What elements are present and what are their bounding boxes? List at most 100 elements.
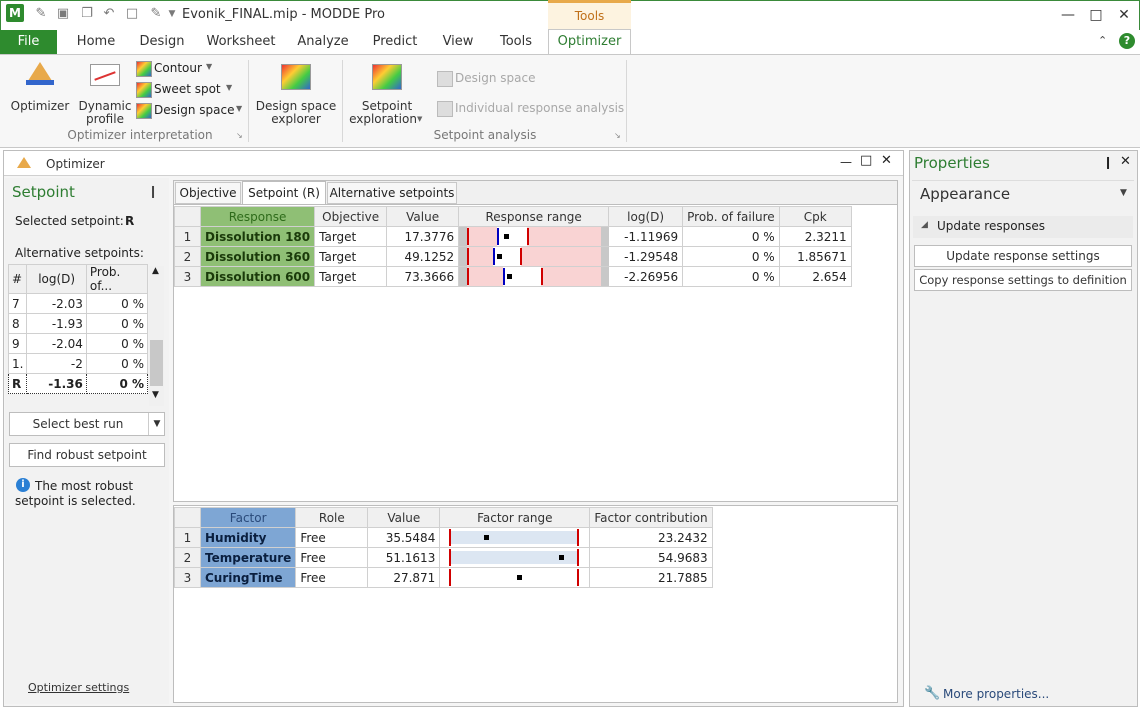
- optimizer-ribbon-button[interactable]: Optimizer: [8, 58, 72, 118]
- response-objective[interactable]: Target: [314, 226, 388, 247]
- table-row[interactable]: 1 Dissolution 180 Target 17.3776 -1.1196…: [174, 226, 852, 247]
- dynamic-profile-button[interactable]: Dynamic profile: [76, 58, 134, 126]
- subtab-objective[interactable]: Objective: [175, 182, 241, 204]
- setpoint-pin-icon[interactable]: ❙: [148, 184, 158, 198]
- appearance-dropdown[interactable]: Appearance ▼: [912, 180, 1134, 208]
- table-row[interactable]: 3 CuringTime Free 27.871 21.7885: [174, 567, 713, 588]
- tab-analyze[interactable]: Analyze: [290, 30, 356, 54]
- design-space-dropdown-icon: ▼: [236, 104, 243, 113]
- table-row-selected[interactable]: R -1.36 0 %: [7, 373, 149, 394]
- copy-response-settings-button[interactable]: Copy response settings to definition: [914, 269, 1132, 291]
- contour-icon: [136, 61, 152, 77]
- collapse-ribbon-icon[interactable]: ⌃: [1098, 34, 1107, 47]
- tab-file[interactable]: File: [0, 30, 57, 54]
- properties-pin-icon[interactable]: ❙: [1103, 155, 1113, 169]
- col-response-range[interactable]: Response range: [458, 206, 610, 227]
- table-row[interactable]: 2 Temperature Free 51.1613 54.9683: [174, 547, 713, 568]
- table-row[interactable]: 1. -2 0 %: [7, 353, 149, 374]
- col-objective[interactable]: Objective: [314, 206, 388, 227]
- table-row[interactable]: 8 -1.93 0 %: [7, 313, 149, 334]
- panel-maximize-icon[interactable]: □: [860, 153, 872, 168]
- properties-close-icon[interactable]: ✕: [1120, 154, 1131, 169]
- alt-col-logd[interactable]: log(D): [26, 264, 87, 294]
- find-robust-setpoint-button[interactable]: Find robust setpoint: [9, 443, 165, 467]
- copy-icon[interactable]: ❐: [79, 6, 95, 22]
- maximize-button[interactable]: □: [1084, 4, 1108, 26]
- table-row[interactable]: 2 Dissolution 360 Target 49.1252 -1.2954…: [174, 246, 852, 267]
- response-range-cell: [458, 266, 610, 287]
- tab-optimizer[interactable]: Optimizer: [548, 29, 631, 55]
- table-row[interactable]: 7 -2.03 0 %: [7, 293, 149, 314]
- window-title: Evonik_FINAL.mip - MODDE Pro: [182, 7, 385, 22]
- row-number: 1: [174, 226, 201, 247]
- col-cpk[interactable]: Cpk: [778, 206, 852, 227]
- panel-minimize-icon[interactable]: —: [840, 155, 852, 169]
- group1-launcher-icon[interactable]: ↘: [236, 131, 243, 140]
- close-window-button[interactable]: ✕: [1112, 4, 1136, 26]
- col-logd[interactable]: log(D): [608, 206, 684, 227]
- update-responses-section[interactable]: ◢ Update responses: [913, 216, 1133, 238]
- factor-role[interactable]: Free: [295, 567, 369, 588]
- appearance-dropdown-icon: ▼: [1120, 188, 1127, 198]
- qa-dropdown-icon[interactable]: ▼: [166, 6, 178, 22]
- col-value[interactable]: Value: [386, 206, 460, 227]
- select-best-run-dropdown-icon[interactable]: ▼: [148, 413, 165, 435]
- tab-tools[interactable]: Tools: [491, 30, 541, 54]
- factor-value: 27.871: [367, 567, 441, 588]
- panel-close-icon[interactable]: ✕: [881, 153, 892, 168]
- col-factor[interactable]: Factor: [199, 507, 297, 528]
- tab-predict[interactable]: Predict: [366, 30, 424, 54]
- factor-upper-limit: [577, 569, 580, 586]
- optimizer-settings-link[interactable]: Optimizer settings: [28, 681, 129, 694]
- tab-view[interactable]: View: [435, 30, 481, 54]
- scroll-up-icon[interactable]: ▲: [152, 266, 159, 276]
- factor-role[interactable]: Free: [295, 527, 369, 548]
- table-row[interactable]: 1 Humidity Free 35.5484 23.2432: [174, 527, 713, 548]
- minimize-button[interactable]: —: [1056, 4, 1080, 26]
- scroll-down-icon[interactable]: ▼: [152, 390, 159, 400]
- more-properties-link[interactable]: More properties...: [943, 687, 1049, 701]
- subtab-setpoint[interactable]: Setpoint (R): [242, 181, 326, 205]
- alt-col-id[interactable]: #: [7, 264, 28, 294]
- table-row[interactable]: 3 Dissolution 600 Target 73.3666 -2.2695…: [174, 266, 852, 287]
- ribbon-separator-3: [626, 60, 627, 142]
- help-icon[interactable]: ?: [1119, 33, 1135, 49]
- undo-icon[interactable]: ↶: [101, 6, 117, 22]
- new-doc-icon[interactable]: □: [124, 6, 140, 22]
- factor-role[interactable]: Free: [295, 547, 369, 568]
- col-factor-contribution[interactable]: Factor contribution: [589, 507, 713, 528]
- update-response-settings-button[interactable]: Update response settings: [914, 245, 1132, 267]
- tab-worksheet[interactable]: Worksheet: [201, 30, 281, 54]
- tab-design[interactable]: Design: [133, 30, 191, 54]
- col-factor-range[interactable]: Factor range: [439, 507, 591, 528]
- alt-scrollbar[interactable]: ▲ ▼: [149, 266, 164, 406]
- factor-value: 51.1613: [367, 547, 441, 568]
- col-prob-failure[interactable]: Prob. of failure: [682, 206, 780, 227]
- ds-explorer-label-2: explorer: [271, 112, 321, 126]
- response-objective[interactable]: Target: [314, 266, 388, 287]
- alt-row-id: 7: [7, 293, 28, 314]
- col-role[interactable]: Role: [295, 507, 369, 528]
- upper-limit-marker: [520, 248, 523, 265]
- table-row[interactable]: 9 -2.04 0 %: [7, 333, 149, 354]
- sweet-spot-icon: [136, 82, 152, 98]
- contour-button[interactable]: Contour ▼: [136, 60, 240, 78]
- select-best-run-button[interactable]: Select best run ▼: [9, 412, 165, 436]
- col-factor-value[interactable]: Value: [367, 507, 441, 528]
- col-response[interactable]: Response: [199, 206, 316, 227]
- save-icon[interactable]: ▣: [55, 6, 71, 22]
- setpoint-heading: Setpoint: [12, 183, 75, 201]
- scroll-thumb[interactable]: [150, 340, 163, 386]
- response-objective[interactable]: Target: [314, 246, 388, 267]
- new-project-icon[interactable]: ✎: [33, 6, 49, 22]
- app-icon[interactable]: M: [6, 4, 24, 22]
- group2-launcher-icon[interactable]: ↘: [614, 131, 621, 140]
- alt-col-prob[interactable]: Prob. of...: [85, 264, 149, 294]
- sweet-spot-button[interactable]: Sweet spot ▼: [136, 81, 240, 99]
- subtab-alternative-setpoints[interactable]: Alternative setpoints: [327, 182, 457, 204]
- design-space-button[interactable]: Design space ▼: [136, 102, 246, 120]
- tab-home[interactable]: Home: [68, 30, 124, 54]
- design-space-explorer-button[interactable]: Design space explorer: [254, 58, 338, 126]
- setpoint-exploration-button[interactable]: Setpoint exploration ▼: [346, 58, 428, 126]
- open-icon[interactable]: ✎: [148, 6, 164, 22]
